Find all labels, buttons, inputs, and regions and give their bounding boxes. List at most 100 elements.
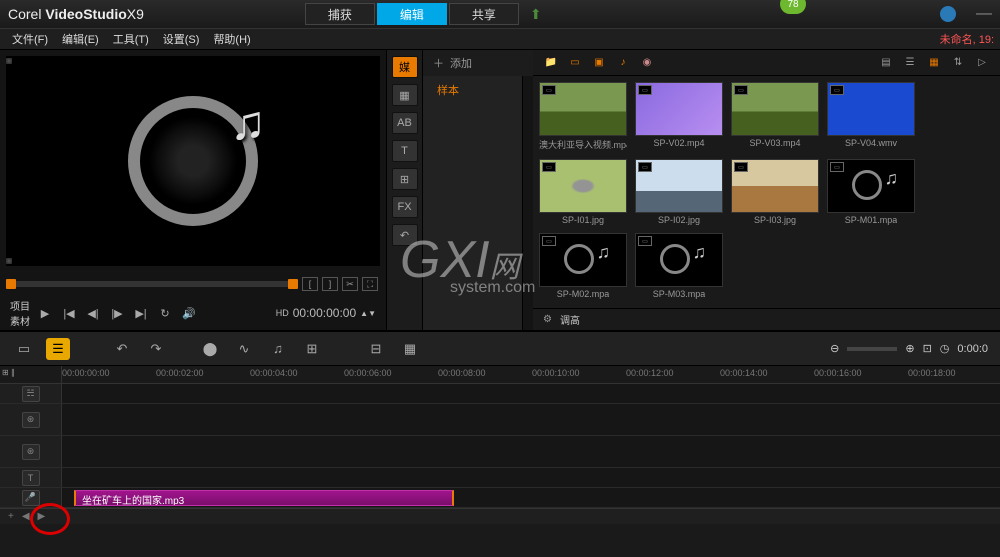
timeline-view-icon[interactable]: ☰ <box>46 338 70 360</box>
title-track-icon[interactable]: T <box>22 470 40 486</box>
thumb-label: SP-V04.wmv <box>845 138 897 148</box>
marker-track-icon[interactable]: ☵ <box>22 386 40 402</box>
user-icon[interactable] <box>940 6 956 22</box>
play-icon[interactable]: ▶ <box>36 304 54 322</box>
collapse-icon[interactable]: ▷ <box>974 56 990 70</box>
record-icon[interactable]: ⬤ <box>198 338 222 360</box>
audio-clip[interactable]: 坐在矿车上的国家.mp3 <box>74 490 454 506</box>
tab-transition[interactable]: ▦ <box>392 84 418 106</box>
menu-file[interactable]: 文件(F) <box>12 31 48 47</box>
thumb-label: SP-I03.jpg <box>754 215 796 225</box>
batch-icon[interactable]: ⊞ <box>300 338 324 360</box>
redo-icon[interactable]: ↷ <box>144 338 168 360</box>
folder-samples[interactable]: 样本 <box>423 76 522 104</box>
ruler-tick: 00:00:18:00 <box>908 368 956 378</box>
library-thumb[interactable]: ▭SP-V03.mp4 <box>731 82 819 151</box>
view-list-icon[interactable]: ☰ <box>902 56 918 70</box>
tab-fx[interactable]: FX <box>392 196 418 218</box>
menu-help[interactable]: 帮助(H) <box>213 31 250 47</box>
filter-audio-icon[interactable]: ♪ <box>615 56 631 70</box>
timeline-zoom: ⊖ ⊕ ⊡ ◷ 0:00:0 <box>830 342 988 355</box>
tab-title[interactable]: AB <box>392 112 418 134</box>
menu-settings[interactable]: 设置(S) <box>163 31 200 47</box>
upload-icon[interactable]: ⬆ <box>530 6 542 23</box>
ruler-tick: 00:00:00:00 <box>62 368 110 378</box>
tab-edit[interactable]: 编辑 <box>377 3 447 25</box>
options-icon[interactable]: ⚙ <box>543 314 552 325</box>
tab-share[interactable]: 共享 <box>449 3 519 25</box>
tab-text[interactable]: T <box>392 140 418 162</box>
scrub-slider[interactable] <box>8 281 296 287</box>
thumb-label: SP-I02.jpg <box>658 215 700 225</box>
menu-bar: 文件(F) 编辑(E) 工具(T) 设置(S) 帮助(H) 未命名, 19: <box>0 28 1000 50</box>
loop-icon[interactable]: ↻ <box>156 304 174 322</box>
scroll-right-icon[interactable]: ▶ <box>38 511 46 522</box>
fit-icon[interactable]: ⊡ <box>923 342 932 355</box>
view-detail-icon[interactable]: ▤ <box>878 56 894 70</box>
library-folders: 样本 <box>423 76 523 330</box>
mark-in-icon[interactable]: [ <box>302 277 318 291</box>
mark-out-icon[interactable]: ] <box>322 277 338 291</box>
library-thumb[interactable]: ▭澳大利亚导入视频.mp4 <box>539 82 627 151</box>
library-toolbar: 📁 ▭ ▣ ♪ ◉ ▤ ☰ ▦ ⇅ ▷ <box>533 50 1000 76</box>
tab-path[interactable]: ↶ <box>392 224 418 246</box>
library-thumb[interactable]: ▭SP-I01.jpg <box>539 159 627 225</box>
library-thumb[interactable]: ▭♫SP-M01.mpa <box>827 159 915 225</box>
timeline-ruler[interactable]: ⊞ ∥ 00:00:00:0000:00:02:0000:00:04:0000:… <box>0 366 1000 384</box>
library-thumb[interactable]: ▭SP-V04.wmv <box>827 82 915 151</box>
zoom-out-icon[interactable]: ⊖ <box>830 342 839 355</box>
storyboard-view-icon[interactable]: ▭ <box>12 338 36 360</box>
filter-video-icon[interactable]: ▭ <box>567 56 583 70</box>
zoom-slider[interactable] <box>847 347 897 351</box>
zoom-in-icon[interactable]: ⊕ <box>905 342 914 355</box>
notification-badge[interactable]: 78 <box>780 0 806 14</box>
overlay-track-icon[interactable]: ⊛ <box>22 444 40 460</box>
preview-canvas[interactable]: ♫ <box>6 56 380 266</box>
scroll-left-icon[interactable]: ◀ <box>22 511 30 522</box>
prev-frame-icon[interactable]: ◀| <box>84 304 102 322</box>
sort-icon[interactable]: ⇅ <box>950 56 966 70</box>
library-content: 📁 ▭ ▣ ♪ ◉ ▤ ☰ ▦ ⇅ ▷ ▭澳大利亚导入视频.mp4▭SP-V02… <box>533 50 1000 330</box>
menu-edit[interactable]: 编辑(E) <box>62 31 99 47</box>
thumb-label: SP-M03.mpa <box>653 289 706 299</box>
add-track-icon[interactable]: + <box>8 511 14 522</box>
track-mgr-icon[interactable]: ⊟ <box>364 338 388 360</box>
library-panel: ＋ 添加 样本 📁 ▭ ▣ ♪ ◉ ▤ ☰ ▦ ⇅ <box>423 50 1000 330</box>
video-track-icon[interactable]: ⊛ <box>22 412 40 428</box>
next-frame-icon[interactable]: |▶ <box>108 304 126 322</box>
library-thumb[interactable]: ▭SP-V02.mp4 <box>635 82 723 151</box>
auto-music-icon[interactable]: ♫ <box>266 338 290 360</box>
tab-capture[interactable]: 捕获 <box>305 3 375 25</box>
clock-icon[interactable]: ◷ <box>940 342 950 355</box>
library-add-bar: ＋ 添加 <box>423 50 533 76</box>
undo-icon[interactable]: ↶ <box>110 338 134 360</box>
library-thumb[interactable]: ▭♫SP-M02.mpa <box>539 233 627 299</box>
view-grid-icon[interactable]: ▦ <box>926 56 942 70</box>
upper-panels: ♫ [ ] ✂ ⛶ 项目 素材 ▶ |◀ ◀| |▶ ▶| ↻ 🔊 <box>0 50 1000 332</box>
document-title: 未命名, 19: <box>940 31 994 47</box>
library-thumb[interactable]: ▭♫SP-M03.mpa <box>635 233 723 299</box>
library-thumb[interactable]: ▭SP-I03.jpg <box>731 159 819 225</box>
preview-timecode[interactable]: HD 00:00:00:00 ▲▼ <box>276 306 376 320</box>
import-icon[interactable]: 📁 <box>543 56 559 70</box>
mixer-icon[interactable]: ∿ <box>232 338 256 360</box>
filter-photo-icon[interactable]: ▣ <box>591 56 607 70</box>
chapter-icon[interactable]: ▦ <box>398 338 422 360</box>
menu-tools[interactable]: 工具(T) <box>113 31 149 47</box>
split-icon[interactable]: ✂ <box>342 277 358 291</box>
volume-icon[interactable]: 🔊 <box>180 304 198 322</box>
end-icon[interactable]: ▶| <box>132 304 150 322</box>
tab-graphic[interactable]: ⊞ <box>392 168 418 190</box>
minimize-icon[interactable]: — <box>976 5 992 23</box>
tab-media[interactable]: 媒 <box>392 56 418 78</box>
library-category-tabs: 媒 ▦ AB T ⊞ FX ↶ <box>387 50 423 330</box>
add-folder-button[interactable]: ＋ 添加 <box>433 55 472 71</box>
library-thumb[interactable]: ▭SP-I02.jpg <box>635 159 723 225</box>
ruler-tick: 00:00:08:00 <box>438 368 486 378</box>
home-icon[interactable]: |◀ <box>60 304 78 322</box>
play-mode-labels[interactable]: 项目 素材 <box>10 298 30 328</box>
adjust-label[interactable]: 调高 <box>560 312 580 327</box>
filter-misc-icon[interactable]: ◉ <box>639 56 655 70</box>
fullscreen-icon[interactable]: ⛶ <box>362 277 378 291</box>
voice-track-icon[interactable]: 🎤 <box>22 490 40 506</box>
